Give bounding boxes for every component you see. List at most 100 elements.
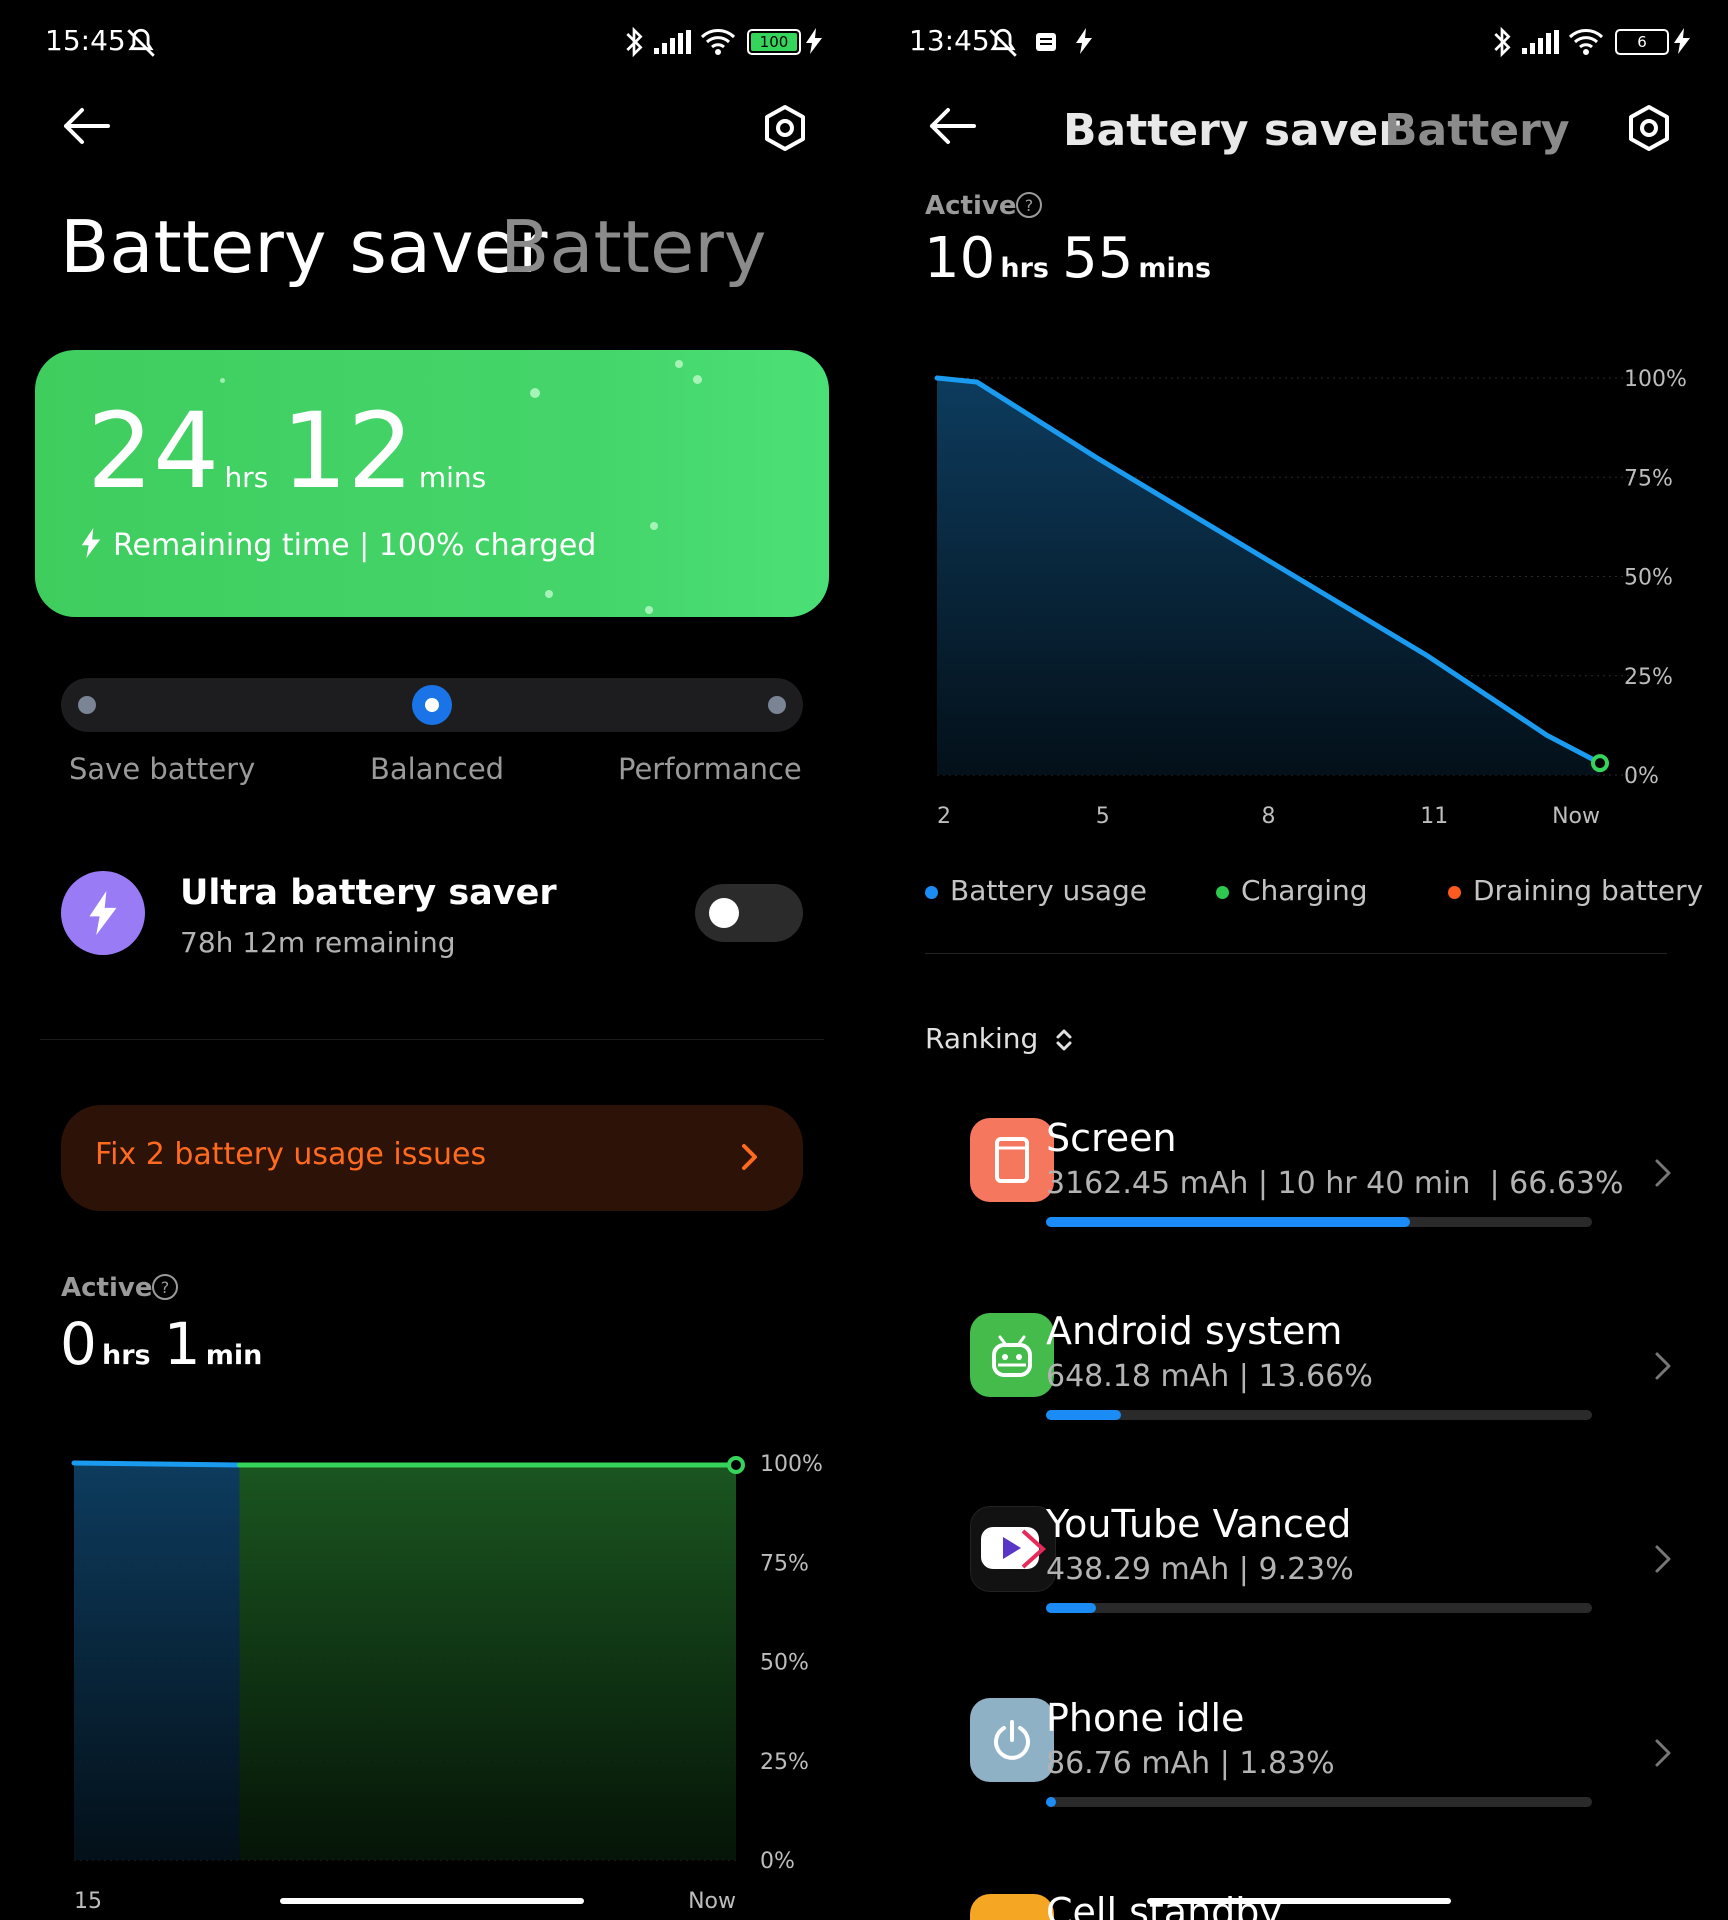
status-time: 15:45: [45, 24, 126, 57]
bluetooth-icon: [622, 26, 646, 58]
active-hours: 0: [60, 1310, 97, 1378]
x-tick-label: Now: [1552, 804, 1600, 829]
slider-thumb: [425, 698, 439, 712]
current-level-point: [727, 1455, 745, 1474]
help-icon[interactable]: ?: [1014, 190, 1044, 220]
chevron-right-icon: [741, 1143, 759, 1171]
battery-status: 6: [1615, 29, 1669, 55]
left-screen: 15:45 100 Battery saver Battery 24 hrs 1…: [0, 0, 864, 1920]
legend-label: Charging: [1241, 874, 1368, 907]
toggle-knob: [709, 898, 739, 928]
android-icon: [970, 1313, 1054, 1397]
performance-mode-slider[interactable]: [61, 678, 803, 732]
app-name: Cell standby: [1046, 1890, 1282, 1920]
svg-text:?: ?: [1025, 196, 1034, 215]
app-name: Screen: [1046, 1116, 1177, 1160]
active-mins-unit: min: [205, 1340, 263, 1371]
sparkle-dot: [545, 590, 553, 598]
app-row[interactable]: Cell standby: [864, 1874, 1728, 1920]
series-line: [71, 1460, 242, 1468]
chevron-right-icon: [1654, 1544, 1672, 1574]
ultra-saver-title: Ultra battery saver: [180, 873, 557, 913]
active-hours-unit: hrs: [1000, 253, 1049, 284]
fix-issues-banner[interactable]: Fix 2 battery usage issues: [61, 1105, 803, 1211]
usage-progress-bar: [1046, 1603, 1592, 1613]
mode-stop-balanced-selected[interactable]: [412, 685, 452, 725]
x-tick-label: Now: [688, 1889, 736, 1914]
remaining-mins: 12: [281, 390, 414, 512]
app-row[interactable]: YouTube Vanced 438.29 mAh | 9.23%: [864, 1486, 1728, 1656]
wifi-icon: [1568, 28, 1604, 56]
app-detail: 3162.45 mAh | 10 hr 40 min | 66.63%: [1046, 1166, 1624, 1201]
y-tick-label: 100%: [1624, 367, 1687, 392]
signal-icon: [654, 30, 692, 54]
y-tick-label: 25%: [1624, 665, 1673, 690]
youtube-vanced-icon: [970, 1506, 1056, 1592]
usage-progress-bar: [1046, 1217, 1592, 1227]
wifi-icon: [700, 28, 736, 56]
app-row[interactable]: Phone idle 86.76 mAh | 1.83%: [864, 1680, 1728, 1850]
mode-label-performance[interactable]: Performance: [618, 752, 802, 786]
divider: [925, 953, 1667, 954]
remaining-time: 24 hrs 12 mins: [87, 390, 486, 512]
bluetooth-icon: [1490, 26, 1514, 58]
back-arrow-icon[interactable]: [926, 106, 978, 146]
tab-battery[interactable]: Battery: [1384, 105, 1570, 156]
charging-bolt-icon: [806, 28, 822, 54]
mode-stop-save[interactable]: [78, 696, 96, 714]
settings-gear-icon[interactable]: [1626, 104, 1672, 152]
ranking-sort-button[interactable]: Ranking: [925, 1022, 1073, 1055]
battery-level: 100: [751, 33, 797, 51]
right-screen: 13:45 6 Battery saver Battery Active ? 1…: [864, 0, 1728, 1920]
x-tick-label: 5: [1096, 804, 1110, 829]
active-label: Active: [925, 191, 1017, 221]
home-indicator[interactable]: [1147, 1898, 1451, 1904]
battery-status: 100: [747, 29, 801, 55]
mode-label-balanced[interactable]: Balanced: [370, 752, 504, 786]
remaining-mins-unit: mins: [418, 461, 487, 494]
ultra-saver-toggle[interactable]: [695, 884, 803, 942]
back-arrow-icon[interactable]: [60, 106, 112, 146]
charging-bolt-icon: [1076, 28, 1092, 54]
help-icon[interactable]: ?: [150, 1272, 180, 1302]
mute-icon: [986, 26, 1020, 60]
sparkle-dot: [645, 606, 653, 614]
y-tick-label: 0%: [1624, 764, 1659, 789]
active-time: 10 hrs 55 mins: [924, 226, 1211, 291]
y-tick-label: 75%: [760, 1551, 809, 1576]
legend-dot: [1216, 885, 1229, 899]
active-mins: 1: [163, 1310, 201, 1378]
current-level-point: [1591, 754, 1609, 773]
tab-battery-saver[interactable]: Battery saver: [1063, 105, 1400, 156]
remaining-caption: Remaining time | 100% charged: [113, 528, 597, 563]
active-time: 0 hrs 1 min: [60, 1310, 262, 1378]
tab-battery-saver[interactable]: Battery saver: [60, 205, 548, 289]
app-row[interactable]: Android system 648.18 mAh | 13.66%: [864, 1293, 1728, 1463]
active-mins: 55: [1062, 226, 1134, 291]
home-indicator[interactable]: [280, 1898, 584, 1904]
app-row[interactable]: Screen 3162.45 mAh | 10 hr 40 min | 66.6…: [864, 1100, 1728, 1270]
legend-draining-battery: Draining battery: [1448, 874, 1703, 907]
svg-text:?: ?: [161, 1278, 170, 1297]
usage-progress-fill: [1046, 1410, 1121, 1420]
chevron-right-icon: [1654, 1738, 1672, 1768]
status-time: 13:45: [909, 24, 990, 57]
y-tick-label: 75%: [1624, 466, 1673, 491]
app-name: YouTube Vanced: [1046, 1502, 1352, 1546]
mode-stop-performance[interactable]: [768, 696, 786, 714]
y-tick-label: 0%: [760, 1849, 795, 1874]
settings-gear-icon[interactable]: [762, 104, 808, 152]
ultra-saver-subtitle: 78h 12m remaining: [180, 926, 456, 959]
remaining-time-card: 24 hrs 12 mins Remaining time | 100% cha…: [35, 350, 829, 617]
notification-icon: [1034, 30, 1058, 54]
tab-battery[interactable]: Battery: [500, 205, 766, 289]
series-area: [239, 1464, 736, 1860]
power-icon: [970, 1698, 1054, 1782]
legend-dot: [925, 885, 938, 899]
active-mins-unit: mins: [1138, 253, 1212, 284]
usage-progress-fill: [1046, 1603, 1097, 1613]
y-tick-label: 50%: [760, 1651, 809, 1676]
app-name: Android system: [1046, 1309, 1343, 1353]
y-tick-label: 25%: [760, 1750, 809, 1775]
mode-label-save-battery[interactable]: Save battery: [69, 752, 255, 786]
